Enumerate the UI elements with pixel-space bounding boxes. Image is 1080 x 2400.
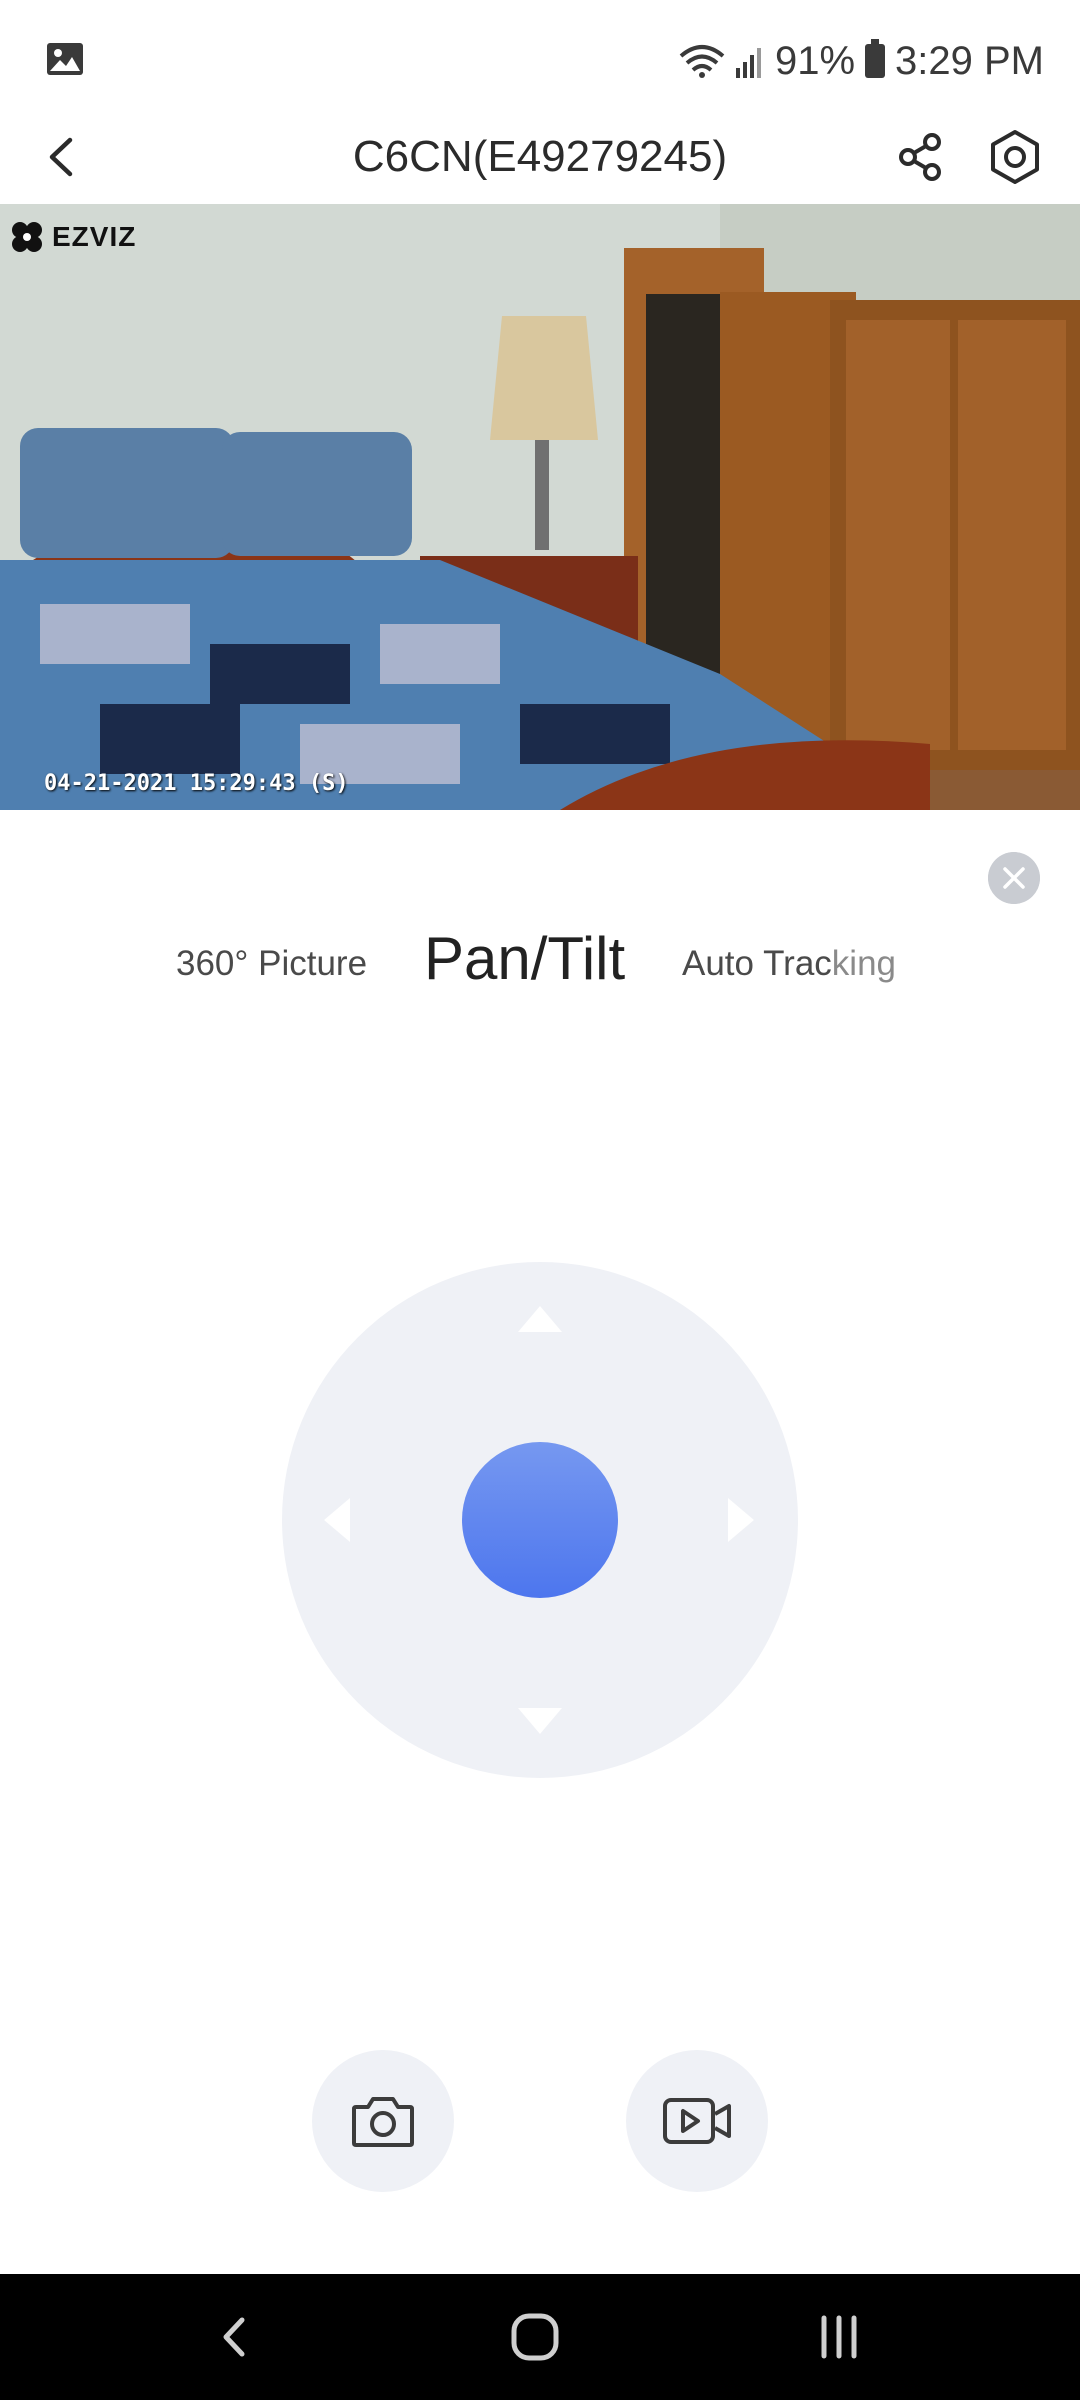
back-arrow-icon[interactable] (26, 120, 100, 194)
signal-icon (735, 48, 761, 78)
ptz-mode-tabs: 360° Picture Pan/Tilt Auto Tracking (0, 900, 1080, 1010)
tab-auto-tracking[interactable]: Auto Tracking (682, 944, 896, 984)
status-indicators: 91% 3:29 PM (679, 34, 1044, 88)
share-icon[interactable] (884, 120, 958, 194)
page-title: C6CN(E49279245) (352, 132, 728, 181)
title-bar: C6CN(E49279245) (0, 110, 1080, 204)
pan-up-arrow-icon[interactable] (518, 1306, 562, 1332)
battery-icon (865, 39, 886, 78)
tab-pan-tilt[interactable]: Pan/Tilt (424, 924, 625, 993)
live-video-view[interactable]: EZVIZ 04-21-2021 15:29:43 (S) (0, 204, 1080, 810)
nav-recents-icon[interactable] (804, 2302, 874, 2372)
camera-feed-image (0, 204, 1080, 810)
pan-left-arrow-icon[interactable] (324, 1498, 350, 1542)
pan-right-arrow-icon[interactable] (728, 1498, 754, 1542)
tab-360-picture[interactable]: 360° Picture (176, 944, 367, 984)
close-icon[interactable] (988, 852, 1040, 904)
record-button[interactable] (626, 2050, 768, 2192)
joystick-knob[interactable] (462, 1442, 618, 1598)
tab-auto-tracking-label-fade: king (831, 944, 897, 983)
ezviz-flower-icon (12, 222, 42, 252)
gallery-icon (47, 43, 83, 75)
settings-icon[interactable] (978, 120, 1052, 194)
wifi-icon (679, 45, 725, 78)
nav-home-icon[interactable] (500, 2302, 570, 2372)
battery-percent: 91% (774, 38, 856, 83)
system-nav-bar (0, 2274, 1080, 2400)
ezviz-logo-text: EZVIZ (52, 221, 137, 252)
snapshot-button[interactable] (312, 2050, 454, 2192)
camera-icon (352, 2097, 414, 2147)
pan-tilt-joystick[interactable] (282, 1262, 798, 1778)
nav-back-icon[interactable] (200, 2302, 270, 2372)
status-bar: 91% 3:29 PM (0, 0, 1080, 110)
tab-auto-tracking-label: Auto Trac (682, 944, 832, 983)
video-timestamp: 04-21-2021 15:29:43 (S) (44, 771, 349, 796)
clock: 3:29 PM (895, 38, 1044, 83)
pan-down-arrow-icon[interactable] (518, 1708, 562, 1734)
ezviz-logo: EZVIZ (10, 220, 136, 254)
video-record-icon (663, 2098, 731, 2144)
